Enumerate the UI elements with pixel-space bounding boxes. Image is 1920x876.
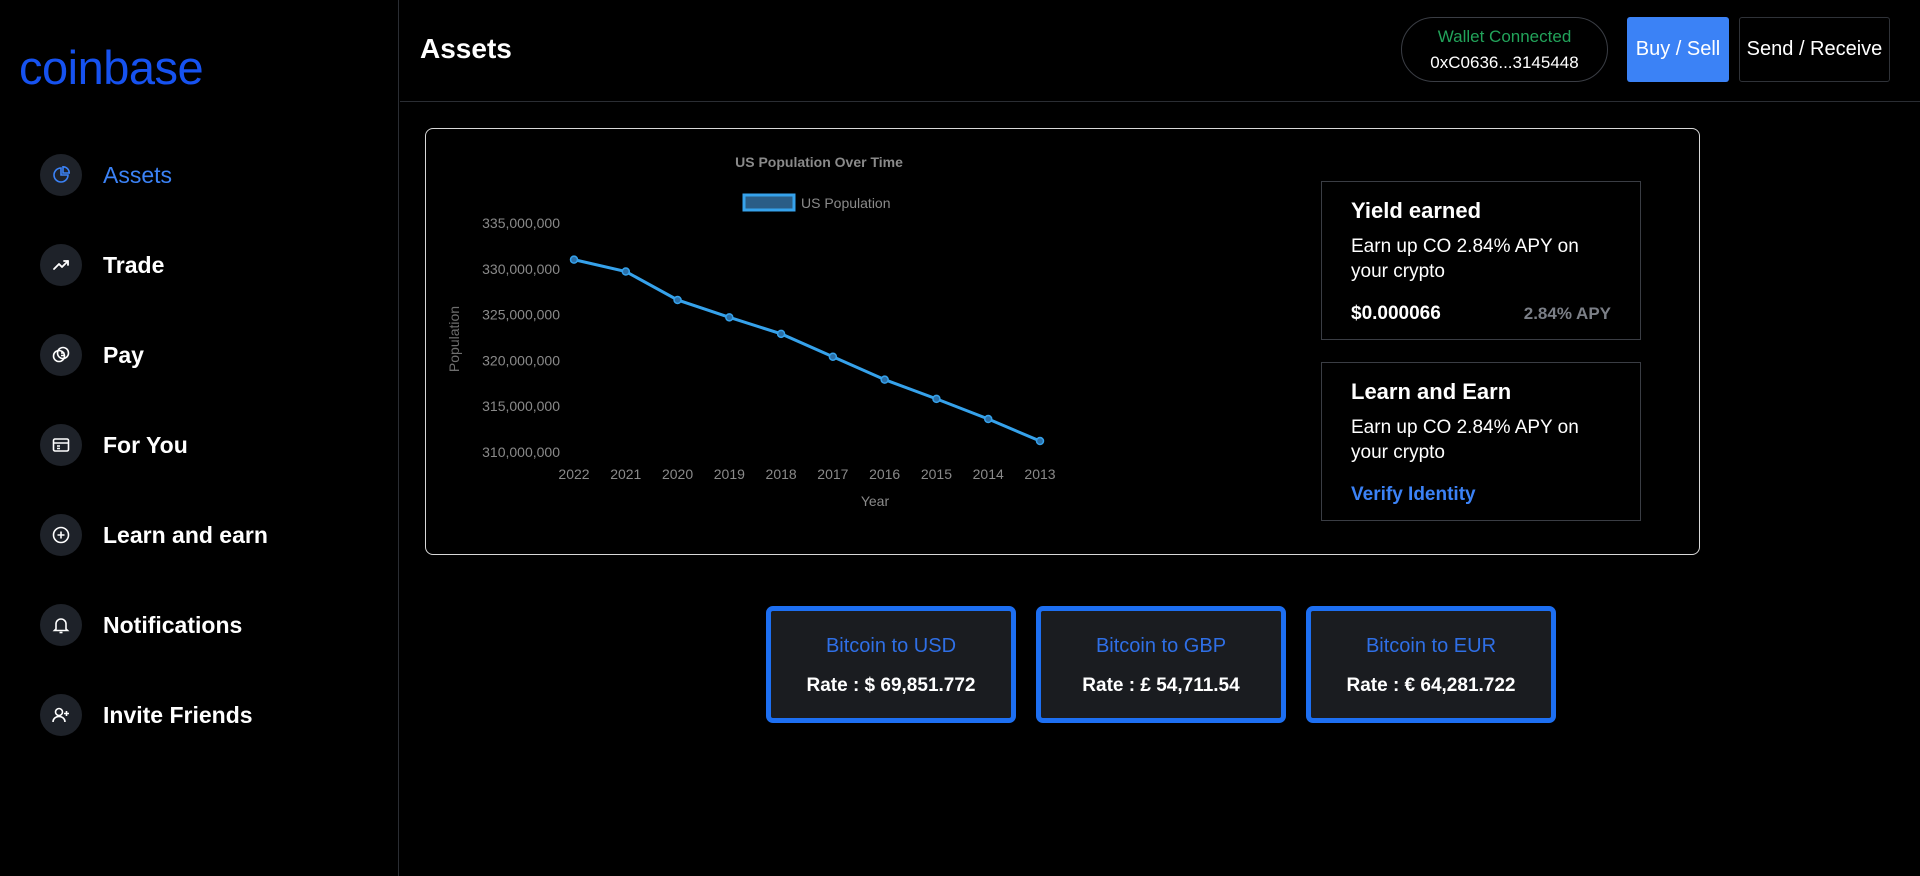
app: coinbase Assets Trade Pay For You Learn … xyxy=(0,0,1920,876)
y-tick-label: 315,000,000 xyxy=(482,398,560,414)
x-tick-label: 2016 xyxy=(869,466,900,482)
sidebar-item-label: Notifications xyxy=(103,611,243,638)
sidebar-item-notifications[interactable]: Notifications xyxy=(40,604,268,646)
apy-label: 2.84% APY xyxy=(1523,304,1611,323)
pie-chart-icon xyxy=(40,154,82,196)
legend-swatch xyxy=(742,193,796,212)
population-line-chart: US Population Over Time US Population Po… xyxy=(446,154,1056,509)
coinbase-logo[interactable]: coinbase xyxy=(19,40,204,95)
sidebar-item-trade[interactable]: Trade xyxy=(40,244,268,286)
wallet-status-text: Wallet Connected xyxy=(1437,27,1572,46)
card-footer: Verify Identity xyxy=(1351,484,1611,506)
data-point[interactable] xyxy=(828,352,838,361)
sidebar-item-assets[interactable]: Assets xyxy=(40,154,268,196)
sidebar-item-label: Learn and earn xyxy=(103,521,268,548)
x-tick-label: 2014 xyxy=(973,466,1004,482)
page-title: Assets xyxy=(420,33,512,64)
top-header: Assets Wallet Connected 0xC0636...314544… xyxy=(400,0,1920,102)
legend-label: US Population xyxy=(801,195,891,211)
yield-amount: $0.000066 xyxy=(1351,303,1441,324)
data-point[interactable] xyxy=(621,267,631,276)
data-point[interactable] xyxy=(1035,436,1045,446)
buy-sell-button[interactable]: Buy / Sell xyxy=(1627,17,1729,82)
x-tick-label: 2020 xyxy=(662,466,693,482)
sidebar: coinbase Assets Trade Pay For You Learn … xyxy=(0,0,399,876)
coins-icon xyxy=(40,334,82,376)
y-axis-label: Population xyxy=(446,306,462,372)
x-tick-label: 2013 xyxy=(1024,466,1055,482)
assets-panel: US Population Over Time US Population Po… xyxy=(425,128,1700,555)
data-point[interactable] xyxy=(983,414,993,424)
x-tick-label: 2021 xyxy=(610,466,641,482)
rate-value: Rate : $ 69,851.772 xyxy=(806,675,976,696)
sidebar-item-pay[interactable]: Pay xyxy=(40,334,268,376)
bell-icon xyxy=(40,604,82,646)
chart-title: US Population Over Time xyxy=(735,154,903,170)
plus-circle-icon xyxy=(40,514,82,556)
send-receive-button[interactable]: Send / Receive xyxy=(1739,17,1890,82)
rate-card-eur[interactable]: Bitcoin to EUR Rate : € 64,281.722 xyxy=(1306,606,1556,723)
data-point[interactable] xyxy=(932,394,941,404)
sidebar-item-label: Pay xyxy=(103,341,144,368)
y-tick-label: 310,000,000 xyxy=(482,444,560,460)
verify-identity-link[interactable]: Verify Identity xyxy=(1351,484,1476,506)
data-point[interactable] xyxy=(673,295,682,305)
x-tick-label: 2015 xyxy=(921,466,952,482)
trend-up-icon xyxy=(40,244,82,286)
data-point[interactable] xyxy=(725,313,734,322)
x-tick-label: 2022 xyxy=(558,466,589,482)
card-title: Learn and Earn xyxy=(1351,379,1512,404)
series-line xyxy=(573,258,1041,443)
user-plus-icon xyxy=(40,694,82,736)
x-tick-label: 2019 xyxy=(714,466,745,482)
learn-and-earn-card: Learn and Earn Earn up CO 2.84% APY on y… xyxy=(1321,362,1641,521)
x-axis-label: Year xyxy=(861,493,890,509)
data-point[interactable] xyxy=(880,375,889,384)
rate-title: Bitcoin to USD xyxy=(825,635,957,657)
card-description: Earn up CO 2.84% APY on your crypto xyxy=(1351,236,1579,282)
rate-value: Rate : € 64,281.722 xyxy=(1346,675,1516,696)
rate-title: Bitcoin to GBP xyxy=(1095,635,1227,657)
sidebar-item-label: Invite Friends xyxy=(103,701,253,728)
sidebar-nav: Assets Trade Pay For You Learn and earn … xyxy=(40,154,268,784)
card-description: Earn up CO 2.84% APY on your crypto xyxy=(1351,417,1579,463)
card-footer: $0.000066 2.84% APY xyxy=(1351,303,1611,325)
rate-title: Bitcoin to EUR xyxy=(1365,635,1497,657)
card-title: Yield earned xyxy=(1351,198,1482,223)
x-tick-label: 2017 xyxy=(817,466,848,482)
y-tick-label: 325,000,000 xyxy=(482,307,560,323)
rate-value: Rate : £ 54,711.54 xyxy=(1082,675,1240,696)
sidebar-item-learn-and-earn[interactable]: Learn and earn xyxy=(40,514,268,556)
y-tick-label: 335,000,000 xyxy=(482,215,560,231)
wallet-address: 0xC0636...3145448 xyxy=(1430,53,1579,72)
sidebar-item-invite-friends[interactable]: Invite Friends xyxy=(40,694,268,736)
sidebar-item-label: Trade xyxy=(103,251,165,278)
sidebar-item-for-you[interactable]: For You xyxy=(40,424,268,466)
data-point[interactable] xyxy=(569,255,579,264)
rate-card-usd[interactable]: Bitcoin to USD Rate : $ 69,851.772 xyxy=(766,606,1016,723)
browser-window-icon xyxy=(40,424,82,466)
x-tick-label: 2018 xyxy=(766,466,797,482)
wallet-status-pill[interactable]: Wallet Connected 0xC0636...3145448 xyxy=(1401,17,1608,82)
y-tick-label: 320,000,000 xyxy=(482,352,560,368)
y-tick-label: 330,000,000 xyxy=(482,261,560,277)
sidebar-item-label: Assets xyxy=(103,161,173,188)
data-point[interactable] xyxy=(776,329,786,339)
rate-card-gbp[interactable]: Bitcoin to GBP Rate : £ 54,711.54 xyxy=(1036,606,1286,723)
sidebar-item-label: For You xyxy=(103,431,188,458)
yield-earned-card: Yield earned Earn up CO 2.84% APY on you… xyxy=(1321,181,1641,340)
